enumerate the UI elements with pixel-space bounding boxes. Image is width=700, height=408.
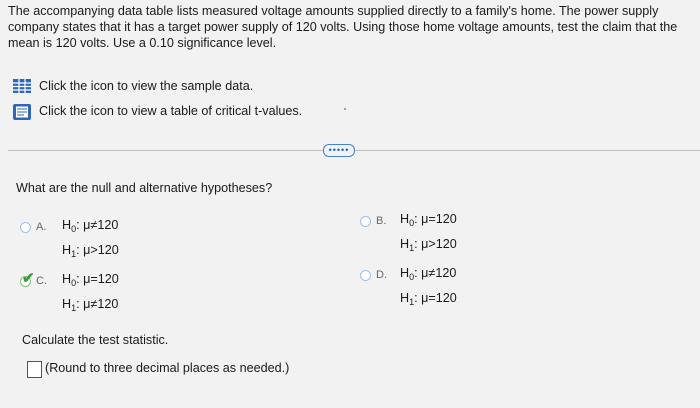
sample-data-link[interactable]: Click the icon to view the sample data.: [12, 78, 253, 94]
choice-a-hypotheses: H0: μ≠120 H1: μ>120: [62, 215, 162, 265]
stray-dot: [344, 108, 346, 110]
choice-a-h0: H0: μ≠120: [62, 218, 119, 234]
expand-more-button[interactable]: •••••: [323, 144, 355, 157]
choice-b-h1: H1: μ>120: [400, 237, 457, 253]
choice-a-letter: A.: [36, 221, 47, 233]
choice-c-h0: H0: μ=120: [62, 272, 119, 288]
choice-c-hypotheses: H0: μ=120 H1: μ≠120: [62, 269, 162, 319]
critical-values-label[interactable]: Click the icon to view a table of critic…: [39, 104, 302, 118]
document-table-icon[interactable]: [12, 103, 32, 120]
choice-d-h1: H1: μ=120: [400, 291, 457, 307]
choice-d-letter: D.: [376, 269, 387, 281]
choice-b-letter: B.: [376, 215, 387, 227]
round-note: (Round to three decimal places as needed…: [45, 361, 290, 375]
checkmark-icon: ✔: [22, 270, 35, 287]
choice-c-h1: H1: μ≠120: [62, 297, 119, 313]
choice-b-hypotheses: H0: μ=120 H1: μ>120: [400, 209, 500, 259]
choice-b-h0: H0: μ=120: [400, 212, 457, 228]
question-intro: The accompanying data table lists measur…: [8, 4, 678, 50]
sample-data-label[interactable]: Click the icon to view the sample data.: [39, 79, 253, 93]
choice-c-letter: C.: [36, 275, 47, 287]
test-statistic-input[interactable]: [27, 361, 42, 378]
choice-d-hypotheses: H0: μ≠120 H1: μ=120: [400, 263, 500, 313]
choice-d-h0: H0: μ≠120: [400, 266, 457, 282]
critical-values-link[interactable]: Click the icon to view a table of critic…: [12, 103, 302, 120]
choice-a-h1: H1: μ>120: [62, 243, 119, 259]
radio-d[interactable]: [360, 270, 371, 281]
radio-b[interactable]: [360, 216, 371, 227]
table-icon[interactable]: [12, 78, 32, 94]
radio-a[interactable]: [20, 222, 31, 233]
calculate-prompt: Calculate the test statistic.: [22, 333, 169, 347]
hypotheses-question: What are the null and alternative hypoth…: [16, 181, 273, 195]
